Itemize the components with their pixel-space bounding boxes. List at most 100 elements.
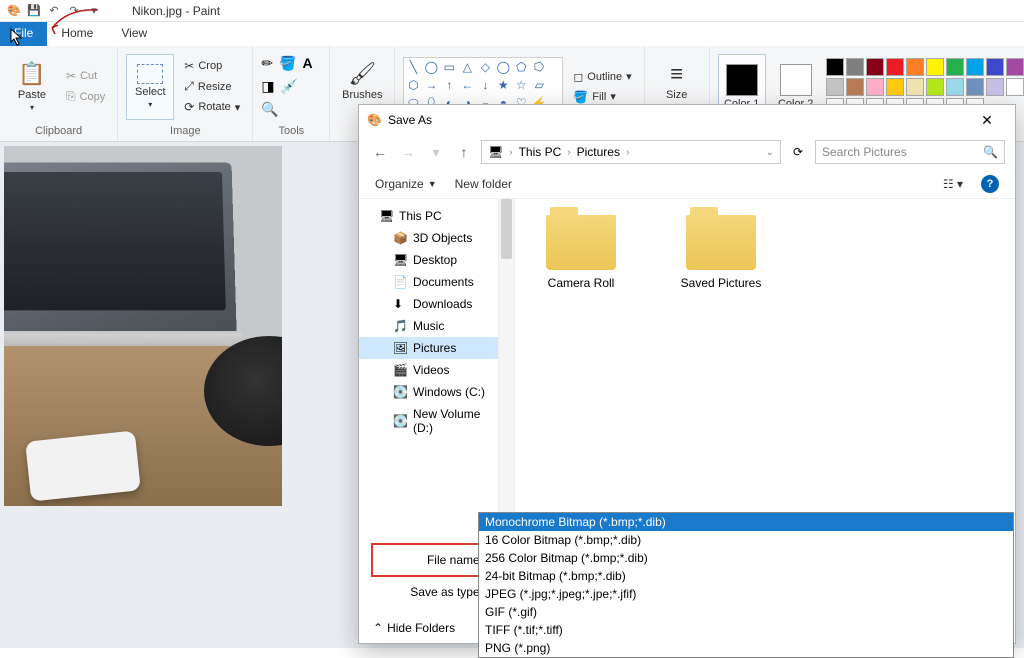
color-swatch[interactable]	[946, 58, 964, 76]
tree-3d-objects[interactable]: 📦3D Objects	[359, 227, 498, 249]
file-list-area[interactable]: Camera Roll Saved Pictures	[515, 199, 1015, 539]
text-icon[interactable]: A	[302, 55, 312, 72]
tree-music[interactable]: 🎵Music	[359, 315, 498, 337]
folder-saved-pictures[interactable]: Saved Pictures	[671, 215, 771, 290]
color-swatch[interactable]	[826, 78, 844, 96]
nav-up-button[interactable]: ↑	[453, 144, 475, 160]
color-swatch[interactable]	[1006, 58, 1024, 76]
copy-button[interactable]: ⎘Copy	[62, 87, 109, 106]
magnifier-icon[interactable]: 🔍	[261, 101, 278, 118]
search-box[interactable]: Search Pictures 🔍	[815, 140, 1005, 164]
tree-downloads[interactable]: ⬇Downloads	[359, 293, 498, 315]
tree-new-volume-d[interactable]: 💽New Volume (D:)	[359, 403, 498, 439]
tree-desktop[interactable]: 🖥Desktop	[359, 249, 498, 271]
refresh-button[interactable]: ⟳	[787, 145, 809, 159]
address-dropdown-icon[interactable]: ⌄	[766, 147, 774, 158]
shape-glyph[interactable]: ◯	[424, 60, 438, 74]
shape-glyph[interactable]: ↑	[442, 78, 456, 92]
address-bar[interactable]: 🖥 › This PC › Pictures › ⌄	[481, 140, 781, 164]
undo-icon[interactable]: ↶	[46, 3, 62, 19]
type-option[interactable]: Monochrome Bitmap (*.bmp;*.dib)	[479, 513, 1013, 531]
color-swatch[interactable]	[926, 58, 944, 76]
type-option[interactable]: TIFF (*.tif;*.tiff)	[479, 621, 1013, 639]
outline-button[interactable]: ◻Outline ▾	[569, 68, 635, 86]
rotate-button[interactable]: ⟳Rotate ▾	[180, 98, 244, 116]
pencil-icon[interactable]: ✏	[261, 55, 273, 72]
bucket-icon[interactable]: 🪣	[279, 55, 296, 72]
save-icon[interactable]: 💾	[26, 3, 42, 19]
nav-forward-button[interactable]: →	[397, 144, 419, 160]
color-swatch[interactable]	[986, 78, 1004, 96]
nav-recent-dropdown[interactable]: ▾	[425, 144, 447, 161]
shape-glyph[interactable]: ▭	[442, 60, 456, 74]
shape-glyph[interactable]: ◇	[478, 60, 492, 74]
type-option[interactable]: GIF (*.gif)	[479, 603, 1013, 621]
help-button[interactable]: ?	[981, 175, 999, 193]
pc-icon: 🖥	[488, 145, 503, 159]
color-swatch[interactable]	[1006, 78, 1024, 96]
type-option[interactable]: 256 Color Bitmap (*.bmp;*.dib)	[479, 549, 1013, 567]
menu-file[interactable]: File	[0, 22, 47, 46]
redo-icon[interactable]: ↷	[66, 3, 82, 19]
menu-view[interactable]: View	[107, 22, 161, 46]
color-swatch[interactable]	[906, 58, 924, 76]
nav-tree[interactable]: 🖥This PC 📦3D Objects 🖥Desktop 📄Documents…	[359, 199, 499, 539]
color-swatch[interactable]	[966, 58, 984, 76]
dialog-title-bar[interactable]: 🎨 Save As ✕	[359, 105, 1015, 135]
type-option[interactable]: 16 Color Bitmap (*.bmp;*.dib)	[479, 531, 1013, 549]
close-button[interactable]: ✕	[967, 112, 1007, 129]
color-swatch[interactable]	[826, 58, 844, 76]
path-root[interactable]: This PC	[519, 145, 562, 159]
shape-glyph[interactable]: ☆	[514, 78, 528, 92]
color-swatch[interactable]	[846, 78, 864, 96]
tree-scrollbar[interactable]	[499, 199, 515, 539]
shape-glyph[interactable]: ←	[460, 78, 474, 92]
menu-home[interactable]: Home	[47, 22, 107, 46]
picker-icon[interactable]: 💉	[281, 78, 298, 95]
nav-back-button[interactable]: ←	[369, 144, 391, 160]
new-folder-button[interactable]: New folder	[455, 177, 512, 191]
shape-glyph[interactable]: ⬠	[514, 60, 528, 74]
shape-glyph[interactable]: ⭔	[532, 60, 546, 74]
fill-button[interactable]: 🪣Fill ▾	[569, 88, 635, 106]
color-swatch[interactable]	[906, 78, 924, 96]
type-option[interactable]: 24-bit Bitmap (*.bmp;*.dib)	[479, 567, 1013, 585]
eraser-icon[interactable]: ◨	[261, 78, 274, 95]
type-option[interactable]: JPEG (*.jpg;*.jpeg;*.jpe;*.jfif)	[479, 585, 1013, 603]
shape-glyph[interactable]: →	[424, 78, 438, 92]
canvas-image[interactable]	[4, 146, 282, 506]
select-button[interactable]: Select ▾	[126, 54, 174, 120]
color-swatch[interactable]	[926, 78, 944, 96]
crop-button[interactable]: ✂Crop	[180, 57, 244, 75]
shape-glyph[interactable]: ↓	[478, 78, 492, 92]
save-as-type-dropdown[interactable]: Monochrome Bitmap (*.bmp;*.dib)16 Color …	[478, 512, 1014, 658]
folder-camera-roll[interactable]: Camera Roll	[531, 215, 631, 290]
cut-button[interactable]: ✂Cut	[62, 67, 109, 85]
view-button[interactable]: ☷ ▾	[943, 177, 963, 191]
resize-button[interactable]: ⤢Resize	[180, 77, 244, 96]
color-swatch[interactable]	[886, 78, 904, 96]
tree-pictures[interactable]: 🖼Pictures	[359, 337, 498, 359]
color-swatch[interactable]	[846, 58, 864, 76]
color-swatch[interactable]	[886, 58, 904, 76]
tree-this-pc[interactable]: 🖥This PC	[359, 205, 498, 227]
shape-glyph[interactable]: ╲	[406, 60, 420, 74]
path-folder[interactable]: Pictures	[577, 145, 620, 159]
paste-button[interactable]: 📋 Paste ▾	[8, 54, 56, 120]
shape-glyph[interactable]: ★	[496, 78, 510, 92]
shape-glyph[interactable]: △	[460, 60, 474, 74]
color-swatch[interactable]	[966, 78, 984, 96]
shape-glyph[interactable]: ▱	[532, 78, 546, 92]
tree-documents[interactable]: 📄Documents	[359, 271, 498, 293]
type-option[interactable]: PNG (*.png)	[479, 639, 1013, 657]
shape-glyph[interactable]: ◯	[496, 60, 510, 74]
color-swatch[interactable]	[866, 78, 884, 96]
color-swatch[interactable]	[946, 78, 964, 96]
tree-windows-c[interactable]: 💽Windows (C:)	[359, 381, 498, 403]
tree-videos[interactable]: 🎬Videos	[359, 359, 498, 381]
organize-button[interactable]: Organize ▼	[375, 177, 437, 191]
color-swatch[interactable]	[866, 58, 884, 76]
shape-glyph[interactable]: ⬡	[406, 78, 420, 92]
color-swatch[interactable]	[986, 58, 1004, 76]
qat-dropdown-icon[interactable]: ▾	[86, 3, 102, 19]
